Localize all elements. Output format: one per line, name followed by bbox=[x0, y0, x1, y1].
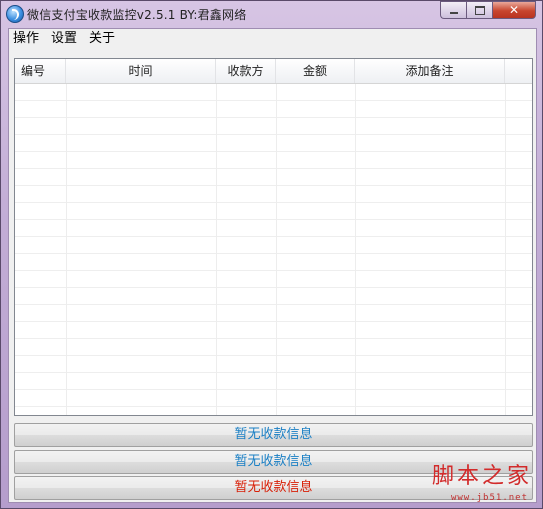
window-controls: ✕ bbox=[440, 1, 536, 19]
list-header: 编号 时间 收款方 金额 添加备注 bbox=[15, 59, 532, 84]
app-logo-icon bbox=[6, 5, 24, 23]
grid-line bbox=[66, 84, 67, 415]
column-filler bbox=[505, 59, 532, 83]
grid-line bbox=[355, 84, 356, 415]
minimize-button[interactable] bbox=[440, 1, 466, 19]
column-amount[interactable]: 金额 bbox=[276, 59, 355, 83]
menu-settings[interactable]: 设置 bbox=[45, 29, 83, 49]
column-id[interactable]: 编号 bbox=[15, 59, 66, 83]
maximize-icon bbox=[474, 5, 485, 15]
grid-line bbox=[216, 84, 217, 415]
grid-line bbox=[276, 84, 277, 415]
close-button[interactable]: ✕ bbox=[492, 1, 536, 19]
client-area: 操作 设置 关于 编号 时间 收款方 金额 添加备注 暂无收款信息 暂无收款信息… bbox=[8, 28, 537, 503]
payment-list[interactable]: 编号 时间 收款方 金额 添加备注 bbox=[14, 58, 533, 416]
column-payee[interactable]: 收款方 bbox=[216, 59, 276, 83]
column-note[interactable]: 添加备注 bbox=[355, 59, 505, 83]
status-button-1[interactable]: 暂无收款信息 bbox=[14, 423, 533, 447]
app-window: 微信支付宝收款监控v2.5.1 BY:君鑫网络 ✕ 操作 设置 关于 编号 时间… bbox=[0, 0, 543, 509]
menu-operate[interactable]: 操作 bbox=[9, 29, 45, 49]
list-body[interactable] bbox=[15, 84, 532, 415]
menu-bar: 操作 设置 关于 bbox=[9, 29, 536, 49]
maximize-button[interactable] bbox=[466, 1, 492, 19]
watermark-text: 脚本之家 bbox=[431, 464, 532, 489]
close-icon: ✕ bbox=[508, 3, 520, 17]
minimize-icon bbox=[449, 12, 458, 14]
window-title: 微信支付宝收款监控v2.5.1 BY:君鑫网络 bbox=[27, 8, 247, 22]
title-bar[interactable]: 微信支付宝收款监控v2.5.1 BY:君鑫网络 ✕ bbox=[1, 1, 542, 27]
watermark-url: www.jb51.net bbox=[450, 493, 528, 503]
grid-line bbox=[505, 84, 506, 415]
column-time[interactable]: 时间 bbox=[66, 59, 216, 83]
menu-about[interactable]: 关于 bbox=[83, 29, 121, 49]
